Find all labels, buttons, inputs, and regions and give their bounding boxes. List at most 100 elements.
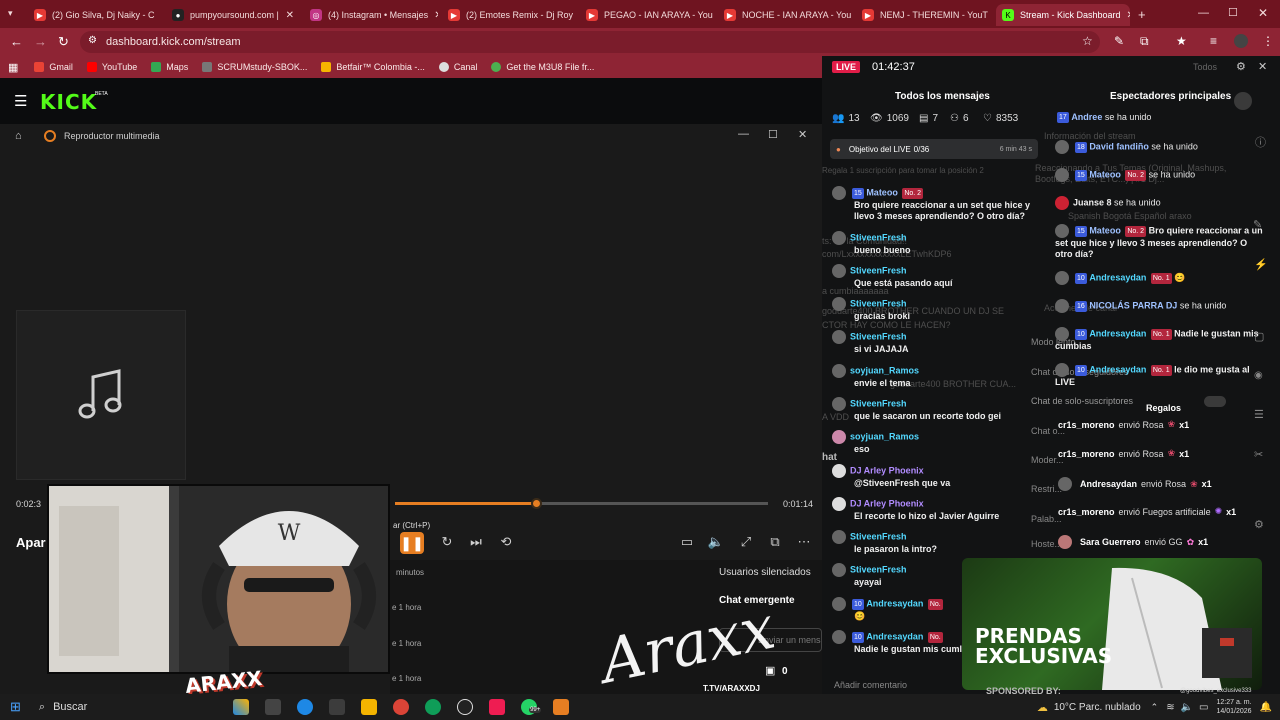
slow-mode-option[interactable]: minutos [396, 568, 424, 577]
next-track-icon[interactable]: ⏭ [467, 533, 485, 551]
bookmark-canal[interactable]: Canal [438, 62, 477, 72]
tab-7[interactable]: ▶ NEMJ - THEREMIN - YouT ✕ [856, 4, 990, 26]
player-maximize-icon[interactable]: ☐ [768, 128, 778, 141]
chat-message[interactable]: StiveenFresh le pasaron la intro? [832, 530, 1032, 555]
maximize-window-icon[interactable]: ☐ [1228, 6, 1238, 19]
close-window-icon[interactable]: ✕ [1258, 6, 1268, 20]
speaker-icon[interactable]: 🔈 [1181, 702, 1193, 713]
tab-2[interactable]: ● pumpyoursound.com | ✕ [166, 4, 300, 26]
chat-username[interactable]: StiveenFresh [850, 531, 907, 541]
fullscreen-icon[interactable]: ⤢ [737, 533, 755, 551]
profile-avatar[interactable] [1234, 34, 1248, 48]
duration-option-3[interactable]: e 1 hora [392, 674, 421, 683]
chat-username[interactable]: Andresaydan [866, 631, 923, 641]
tab-1[interactable]: ▶ (2) Gio Silva, Dj Naiky - C ✕ [28, 4, 158, 26]
live-goal-bar[interactable]: ● Objetivo del LIVE 0/36 6 min 43 s [830, 139, 1038, 159]
broadcast-icon[interactable]: ◉ [1254, 370, 1263, 381]
device-icon[interactable]: ▢ [1254, 330, 1264, 343]
favorites-icon[interactable]: ★ [1176, 34, 1187, 48]
stream-settings-icon[interactable]: ⚙ [1254, 518, 1264, 531]
forward-icon[interactable]: → [34, 34, 47, 49]
task-view-icon[interactable] [265, 699, 282, 715]
silenced-users-link[interactable]: Usuarios silenciados [719, 567, 811, 578]
mini-player-icon[interactable]: ⧉ [766, 533, 784, 551]
repeat-off-icon[interactable]: ⟲ [497, 533, 515, 551]
list-icon[interactable]: ☰ [1254, 408, 1264, 421]
battery-icon[interactable]: ▭ [1199, 702, 1208, 713]
info-icon[interactable]: ⓘ [1255, 134, 1266, 150]
subscribers-only-toggle[interactable] [1204, 396, 1226, 407]
duration-option-2[interactable]: e 1 hora [392, 639, 421, 648]
chat-message[interactable]: StiveenFresh Que está pasando aquí [832, 264, 1032, 289]
edge-icon[interactable] [297, 699, 314, 715]
edit-icon[interactable]: ✎ [1253, 218, 1262, 231]
chat-message[interactable]: DJ Arley Phoenix El recorte lo hizo el Ja… [832, 497, 1032, 522]
chat-username[interactable]: StiveenFresh [850, 331, 907, 341]
chat-message[interactable]: StiveenFresh que le sacaron un recorte to… [832, 397, 1032, 422]
tab-6[interactable]: ▶ NOCHE - IAN ARAYA - You ✕ [718, 4, 852, 26]
obs-icon[interactable] [457, 699, 474, 715]
chat-username[interactable]: StiveenFresh [850, 298, 907, 308]
weather-text[interactable]: 10°C Parc. nublado [1054, 702, 1141, 713]
chat-username[interactable]: soyjuan_Ramos [850, 431, 919, 441]
chat-message[interactable]: DJ Arley Phoenix @StiveenFresh que va [832, 464, 1032, 489]
chat-username[interactable]: StiveenFresh [850, 564, 907, 574]
close-tab-icon[interactable]: ✕ [1127, 10, 1130, 21]
chrome-profile-icon[interactable] [425, 699, 442, 715]
kick-logo[interactable]: KICK [40, 90, 97, 114]
close-panel-icon[interactable]: ✕ [1258, 60, 1267, 73]
back-icon[interactable]: ← [10, 34, 23, 49]
player-close-icon[interactable]: ✕ [798, 128, 807, 141]
chat-message[interactable]: StiveenFresh bueno bueno [832, 231, 1032, 256]
chat-username[interactable]: Andresaydan [866, 598, 923, 608]
tools-icon[interactable]: ✂ [1254, 448, 1263, 461]
notifications-icon[interactable]: 🔔 [1260, 702, 1272, 713]
volume-icon[interactable]: 🔈 [707, 533, 725, 551]
chat-message[interactable]: StiveenFresh si vi JAJAJA [832, 330, 1032, 355]
settings-icon[interactable]: ⚙ [1236, 60, 1246, 73]
close-tab-icon[interactable]: ✕ [434, 10, 438, 21]
chat-username[interactable]: soyjuan_Ramos [850, 365, 919, 375]
chat-username[interactable]: StiveenFresh [850, 398, 907, 408]
taskbar-search[interactable]: Buscar [53, 701, 163, 713]
chat-username[interactable]: StiveenFresh [850, 265, 907, 275]
minimize-window-icon[interactable]: — [1198, 7, 1209, 19]
clock[interactable]: 12:27 a. m. 14/01/2026 [1217, 698, 1252, 716]
chat-username[interactable]: DJ Arley Phoenix [850, 465, 924, 475]
duration-option-1[interactable]: e 1 hora [392, 603, 421, 612]
extensions-puzzle-icon[interactable]: ⧉ [1140, 34, 1149, 49]
windows-start-icon[interactable]: ⊞ [10, 699, 21, 715]
close-tab-icon[interactable]: ✕ [286, 10, 294, 21]
chat-username[interactable]: Mateoo [866, 187, 898, 197]
add-comment-input[interactable]: Añadir comentario [834, 680, 907, 690]
home-icon[interactable]: ⌂ [15, 130, 22, 142]
player-minimize-icon[interactable]: — [738, 128, 749, 140]
pause-button[interactable]: ❚❚ [400, 532, 424, 554]
chat-username[interactable]: StiveenFresh [850, 232, 907, 242]
site-info-icon[interactable]: ⚙ [88, 35, 97, 46]
bookmark-betfair[interactable]: Betfair™ Colombia -... [321, 62, 425, 72]
wifi-icon[interactable]: ≋ [1166, 702, 1174, 713]
seek-handle[interactable] [530, 498, 542, 509]
hamburger-menu-icon[interactable]: ☰ [14, 92, 27, 110]
taskbar-search-icon[interactable]: ⌕ [39, 701, 45, 714]
chat-message[interactable]: 15 Mateoo No. 2 Bro quiere reaccionar a … [832, 186, 1032, 222]
tab-kick-dashboard[interactable]: K Stream - Kick Dashboard ✕ [996, 4, 1130, 26]
copilot-icon[interactable] [233, 699, 250, 715]
bookmark-maps[interactable]: Maps [151, 62, 188, 72]
new-tab-icon[interactable]: + [1138, 7, 1146, 22]
bookmark-gmail[interactable]: Gmail [34, 62, 73, 72]
whatsapp-icon[interactable]: 99+ [521, 699, 542, 715]
filter-todos[interactable]: Todos [1193, 62, 1217, 72]
lightning-icon[interactable]: ⚡ [1254, 258, 1268, 271]
apps-grid-icon[interactable]: ▦ [8, 61, 18, 74]
streamer-avatar[interactable] [1234, 92, 1252, 110]
tab-4[interactable]: ▶ (2) Emotes Remix - Dj Roy ✕ [442, 4, 576, 26]
tiktok-icon[interactable] [489, 699, 506, 715]
more-options-icon[interactable]: ⋯ [795, 533, 813, 551]
browser-menu-icon[interactable]: ⋮ [1262, 34, 1274, 48]
address-bar[interactable]: dashboard.kick.com/stream [80, 31, 1100, 53]
bookmark-m3u8[interactable]: Get the M3U8 File fr... [491, 62, 594, 72]
chat-message[interactable]: soyjuan_Ramos envie el tema [832, 364, 1032, 389]
skip-forward-30-icon[interactable]: ↻ [438, 533, 456, 551]
